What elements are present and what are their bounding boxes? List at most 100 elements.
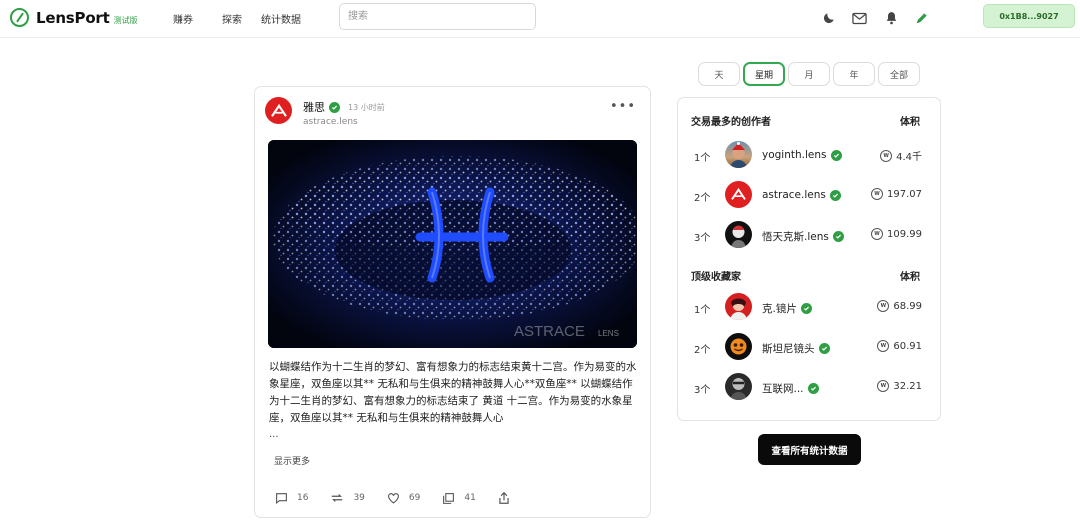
- period-tab-year[interactable]: 年: [833, 62, 875, 86]
- avatar: [725, 221, 752, 248]
- create-post-button[interactable]: [913, 9, 931, 27]
- avatar: [725, 293, 752, 320]
- post-body-text: 以蝴蝶结作为十二生肖的梦幻、富有想象力的标志结束黄十二宫。作为易变的水象星座，双…: [269, 361, 637, 424]
- comment-button[interactable]: 16: [275, 492, 308, 504]
- post-actions: 16 39 69 41: [275, 491, 541, 505]
- mail-icon: [851, 12, 867, 24]
- verified-icon: [329, 101, 340, 113]
- collector-row[interactable]: 3个 互联网... W 32.21: [678, 372, 942, 402]
- verified-icon: [818, 343, 830, 354]
- wmatic-token-icon: W: [877, 300, 890, 312]
- wmatic-token-icon: W: [877, 380, 890, 392]
- volume-value: W 197.07: [871, 188, 922, 200]
- top-collectors-volume-header: 体积: [900, 272, 920, 283]
- period-tab-week[interactable]: 星期: [743, 62, 785, 86]
- avatar: [725, 141, 752, 168]
- nav-item-stats[interactable]: 统计数据: [261, 11, 301, 26]
- collector-name: 互联网...: [762, 381, 819, 396]
- astrace-logo-icon: [270, 103, 287, 117]
- top-bar: LensPort 测试版 赚券 探索 统计数据 0x1B8...9027: [0, 0, 1080, 38]
- period-tab-day[interactable]: 天: [698, 62, 740, 86]
- collect-icon: [443, 492, 455, 504]
- nav-item-earn[interactable]: 赚券: [173, 11, 193, 26]
- verified-icon: [830, 149, 842, 161]
- volume-value: W 68.99: [877, 300, 922, 312]
- post-image[interactable]: ASTRACE LENS: [268, 140, 637, 348]
- collector-name: 斯坦尼镜头: [762, 341, 830, 356]
- top-collectors-title: 顶级收藏家: [691, 272, 741, 283]
- creator-name: astrace.lens: [762, 189, 841, 201]
- post-author-handle[interactable]: astrace.lens: [303, 117, 358, 127]
- volume-value: W 4.4千: [880, 148, 922, 163]
- logo[interactable]: LensPort 测试版: [10, 8, 138, 27]
- comment-icon: [276, 493, 287, 504]
- image-watermark-small: LENS: [598, 329, 619, 338]
- pisces-artwork: ASTRACE LENS: [268, 140, 637, 348]
- post-card: 雅思 13 小时前 astrace.lens ••• ASTRACE LENS …: [254, 86, 651, 518]
- collect-count: 41: [464, 493, 476, 503]
- period-tab-month[interactable]: 月: [788, 62, 830, 86]
- wmatic-token-icon: W: [880, 149, 893, 162]
- view-all-stats-button[interactable]: 查看所有统计数据: [758, 434, 861, 465]
- dark-mode-toggle[interactable]: [820, 9, 838, 27]
- comment-count: 16: [297, 493, 309, 503]
- app-name: LensPort: [36, 8, 110, 27]
- stats-panel: 交易最多的创作者 体积 1个 yoginth.lens W 4.4千 2个 ast…: [677, 97, 941, 421]
- notifications-button[interactable]: [882, 9, 900, 27]
- period-selector: 天 星期 月 年 全部: [698, 62, 920, 86]
- avatar: [725, 181, 752, 208]
- mirror-count: 39: [353, 493, 365, 503]
- heart-icon: [387, 493, 399, 504]
- creator-name: 悟天克斯.lens: [762, 229, 844, 244]
- collector-name: 克.镜片: [762, 301, 812, 316]
- top-creators-volume-header: 体积: [900, 117, 920, 128]
- creator-row[interactable]: 1个 yoginth.lens W 4.4千: [678, 140, 942, 170]
- creator-row[interactable]: 2个 astrace.lens W 197.07: [678, 180, 942, 210]
- wallet-address-button[interactable]: 0x1B8...9027: [983, 4, 1075, 28]
- collect-button[interactable]: 41: [442, 492, 476, 505]
- top-creators-title: 交易最多的创作者: [691, 117, 771, 128]
- post-ellipsis: ...: [269, 429, 279, 440]
- image-watermark: ASTRACE: [514, 323, 585, 340]
- nav-item-explore[interactable]: 探索: [222, 11, 242, 26]
- share-icon: [499, 491, 509, 504]
- volume-value: W 109.99: [871, 228, 922, 240]
- post-author-line: 雅思 13 小时前: [303, 99, 385, 115]
- more-options-icon[interactable]: •••: [610, 99, 636, 114]
- astrace-logo-icon: [731, 188, 746, 200]
- share-button[interactable]: [498, 491, 519, 505]
- collector-row[interactable]: 1个 克.镜片 W 68.99: [678, 292, 942, 322]
- post-author-name[interactable]: 雅思: [303, 99, 325, 115]
- pencil-icon: [916, 13, 927, 24]
- volume-value: W 32.21: [877, 380, 922, 392]
- wmatic-token-icon: W: [871, 228, 883, 240]
- moon-icon: [823, 13, 834, 24]
- rank-label: 1个: [694, 153, 711, 164]
- like-count: 69: [408, 493, 421, 503]
- verified-icon: [807, 383, 819, 394]
- rank-label: 2个: [694, 193, 711, 204]
- creator-row[interactable]: 3个 悟天克斯.lens W 109.99: [678, 220, 942, 250]
- rank-label: 3个: [694, 385, 711, 396]
- period-tab-all[interactable]: 全部: [878, 62, 920, 86]
- creator-name: yoginth.lens: [762, 149, 842, 161]
- like-button[interactable]: 69: [387, 492, 420, 504]
- avatar: [725, 373, 752, 400]
- bell-icon: [886, 12, 896, 25]
- verified-icon: [800, 303, 812, 314]
- post-author-avatar[interactable]: [265, 97, 292, 124]
- mirror-button[interactable]: 39: [330, 492, 365, 504]
- wmatic-token-icon: W: [871, 188, 883, 200]
- rank-label: 1个: [694, 305, 711, 316]
- collector-row[interactable]: 2个 斯坦尼镜头 W 60.91: [678, 332, 942, 362]
- mirror-icon: [332, 494, 343, 502]
- post-timestamp: 13 小时前: [348, 102, 385, 112]
- verified-icon: [832, 231, 844, 242]
- messages-button[interactable]: [850, 9, 868, 27]
- volume-value: W 60.91: [877, 340, 922, 352]
- beta-badge: 测试版: [113, 15, 138, 25]
- search-input[interactable]: [339, 3, 536, 30]
- avatar: [725, 333, 752, 360]
- verified-icon: [829, 189, 841, 201]
- show-more-link[interactable]: 显示更多: [274, 454, 310, 467]
